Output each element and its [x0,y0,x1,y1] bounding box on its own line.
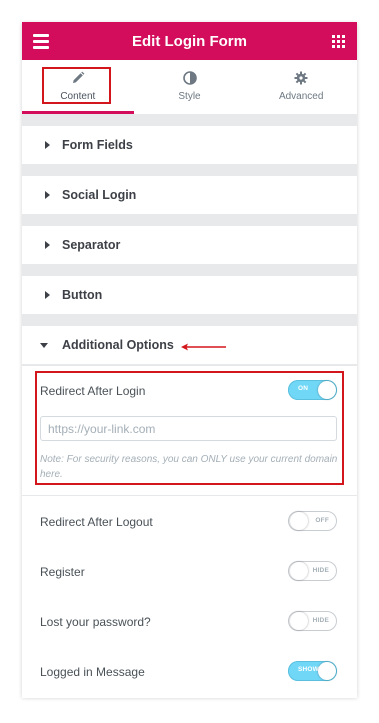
tab-style-label: Style [178,91,201,102]
section-title: Social Login [62,188,137,202]
caret-down-icon [40,342,48,348]
security-note: Note: For security reasons, you can ONLY… [40,454,338,480]
hamburger-icon[interactable] [33,34,49,49]
redirect-after-login-label: Redirect After Login [40,384,146,398]
redirect-after-login-toggle[interactable]: ON [288,380,337,400]
register-label: Register [40,565,85,579]
section-form-fields[interactable]: Form Fields [22,126,357,164]
gear-icon [294,71,308,85]
editor-panel: Edit Login Form Content Style Advanced F… [22,22,357,698]
lost-password-toggle[interactable]: HIDE [288,611,337,631]
divider [22,495,357,496]
redirect-url-input[interactable] [40,416,337,441]
caret-right-icon [45,241,50,249]
redirect-after-logout-label: Redirect After Logout [40,515,153,529]
half-circle-icon [182,71,197,85]
lost-password-label: Lost your password? [40,615,151,629]
toggle-text: HIDE [312,567,329,574]
section-separator[interactable]: Separator [22,226,357,264]
toggle-knob [290,512,308,530]
section-title: Button [62,288,103,302]
logged-in-message-label: Logged in Message [40,665,145,679]
content-tab-annotation [42,67,111,104]
toggle-knob [318,662,336,680]
panel-header: Edit Login Form [22,22,357,60]
toggle-knob [290,562,308,580]
section-title: Form Fields [62,138,133,152]
register-toggle[interactable]: HIDE [288,561,337,581]
section-title: Additional Options [62,338,174,352]
toggle-text: SHOW [298,666,320,673]
toggle-knob [290,612,308,630]
redirect-after-logout-toggle[interactable]: OFF [288,511,337,531]
section-button[interactable]: Button [22,276,357,314]
caret-right-icon [45,141,50,149]
panel-title: Edit Login Form [132,32,247,50]
toggle-text: OFF [315,517,329,524]
toggle-text: HIDE [312,617,329,624]
section-social-login[interactable]: Social Login [22,176,357,214]
tab-style[interactable]: Style [134,60,246,114]
tab-advanced-label: Advanced [278,91,324,102]
additional-options-body: Redirect After Login ON Note: For securi… [22,365,357,698]
toggle-knob [318,381,336,399]
caret-right-icon [45,191,50,199]
section-title: Separator [62,238,121,252]
toggle-text: ON [298,385,309,392]
tab-advanced[interactable]: Advanced [245,60,357,114]
red-arrow-annotation [181,343,226,351]
caret-right-icon [45,291,50,299]
grid-icon[interactable] [332,35,345,48]
logged-in-message-toggle[interactable]: SHOW [288,661,337,681]
